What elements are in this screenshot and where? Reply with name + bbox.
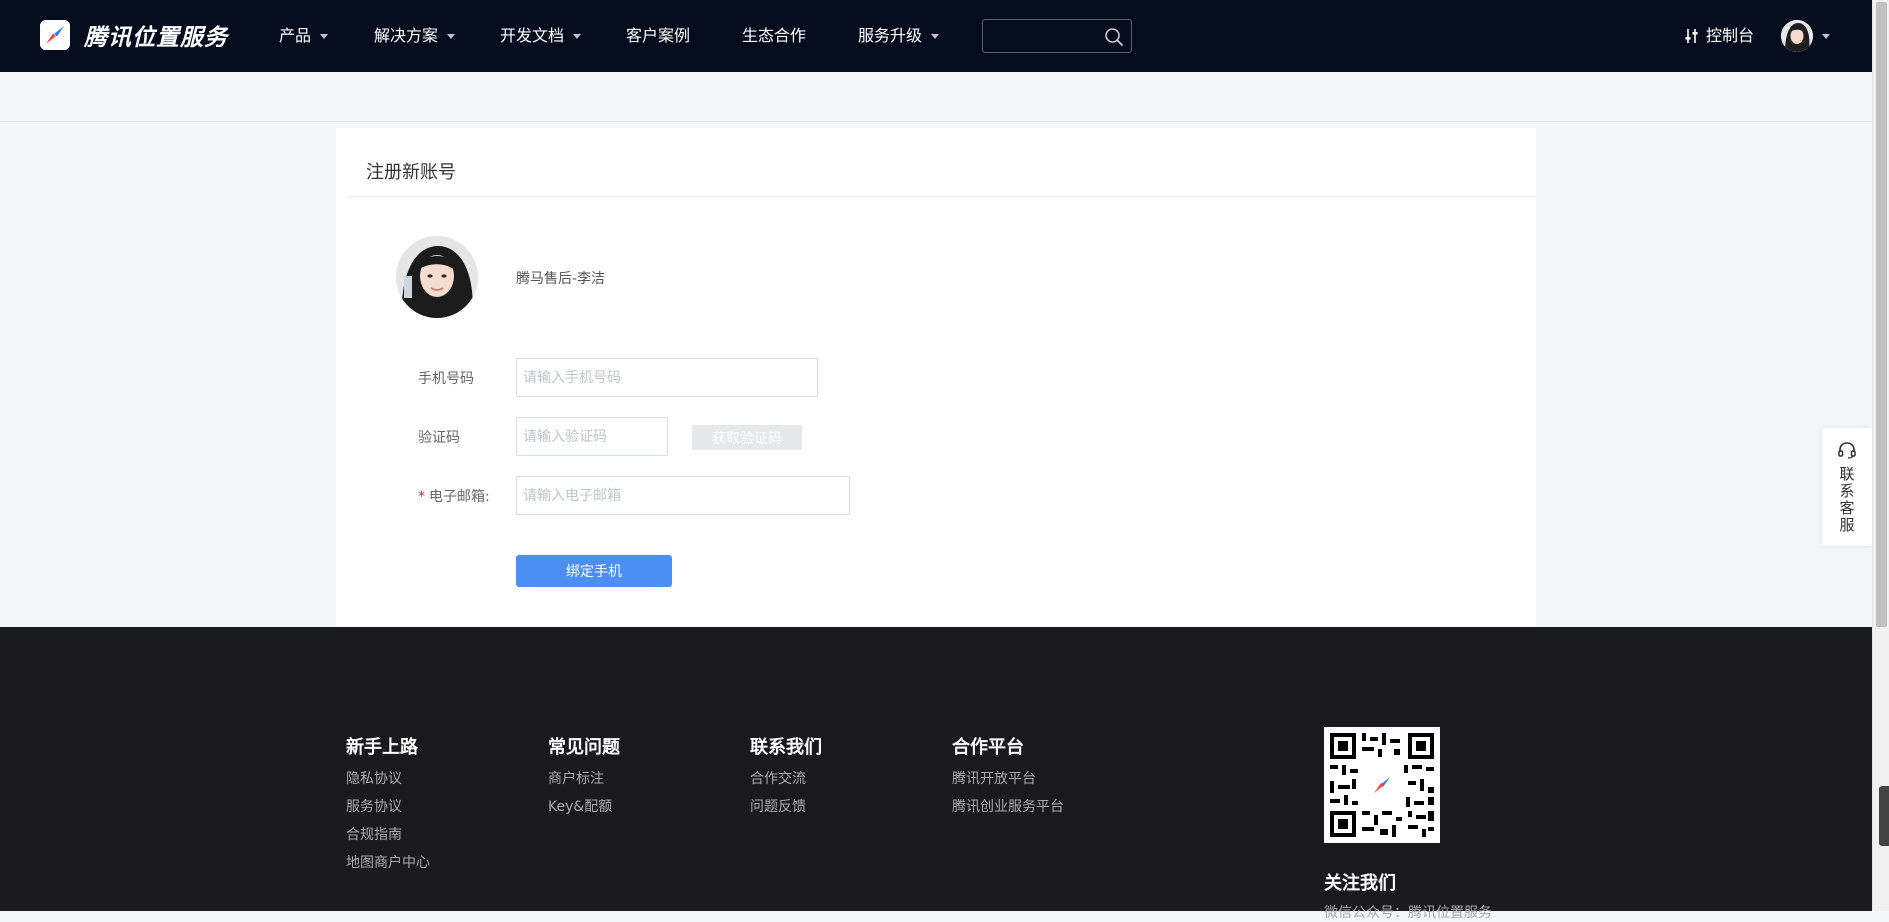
footer-heading: 新手上路 [346, 737, 418, 758]
divider [348, 196, 1536, 197]
footer-link[interactable]: 隐私协议 [346, 771, 430, 787]
top-navigation: 腾讯位置服务 产品 解决方案 开发文档 客户案例 生态合作 服务升级 控制台 [0, 0, 1872, 72]
wechat-account-text: 微信公众号：腾讯位置服务 [1324, 905, 1492, 921]
footer-link[interactable]: 地图商户中心 [346, 855, 430, 871]
page-scrollbar[interactable] [1872, 0, 1889, 911]
footer-heading: 联系我们 [750, 737, 822, 758]
nav-item-cases[interactable]: 客户案例 [626, 25, 690, 47]
chevron-down-icon [573, 34, 582, 39]
headset-icon [1838, 442, 1856, 459]
chevron-down-icon [447, 34, 456, 39]
sliders-icon [1685, 29, 1698, 43]
console-link[interactable]: 控制台 [1684, 25, 1754, 47]
required-mark: * [418, 489, 425, 505]
page-title: 注册新账号 [366, 162, 456, 183]
search-box [982, 19, 1132, 53]
user-avatar-icon[interactable] [1781, 20, 1813, 52]
sub-header-band [0, 72, 1872, 122]
email-label-text: 电子邮箱: [429, 489, 490, 505]
verification-code-input[interactable] [516, 417, 668, 456]
footer-link[interactable]: 合作交流 [750, 771, 822, 787]
chevron-down-icon [931, 34, 940, 39]
footer-link[interactable]: 腾讯开放平台 [952, 771, 1064, 787]
nav-item-products[interactable]: 产品 [279, 25, 329, 47]
footer-heading: 常见问题 [548, 737, 620, 758]
phone-label: 手机号码 [418, 371, 474, 387]
get-code-button[interactable]: 获取验证码 [692, 425, 802, 450]
search-input[interactable] [989, 24, 1099, 48]
nav-label: 服务升级 [858, 26, 923, 45]
footer-link[interactable]: 合规指南 [346, 827, 430, 843]
bind-phone-button[interactable]: 绑定手机 [516, 555, 672, 587]
edge-handle[interactable] [1879, 786, 1889, 846]
footer-column-getting-started: 新手上路 隐私协议 服务协议 合规指南 地图商户中心 [346, 733, 430, 883]
nav-label: 生态合作 [742, 26, 807, 45]
nav-item-service-upgrade[interactable]: 服务升级 [858, 25, 940, 47]
footer: 新手上路 隐私协议 服务协议 合规指南 地图商户中心 常见问题 商户标注 Key… [0, 627, 1872, 921]
follow-us-title: 关注我们 [1324, 873, 1396, 894]
nav-item-docs[interactable]: 开发文档 [500, 25, 582, 47]
wechat-qr-code-icon [1324, 727, 1440, 843]
nav-label: 产品 [279, 26, 312, 45]
user-name: 腾马售后-李洁 [516, 271, 606, 287]
footer-link[interactable]: 腾讯创业服务平台 [952, 799, 1064, 815]
footer-link[interactable]: 问题反馈 [750, 799, 822, 815]
email-input[interactable] [516, 476, 850, 515]
nav-item-ecosystem[interactable]: 生态合作 [742, 25, 806, 47]
user-avatar [396, 236, 478, 318]
scrollbar-thumb[interactable] [1876, 2, 1887, 627]
code-label: 验证码 [418, 430, 460, 446]
footer-link[interactable]: 商户标注 [548, 771, 620, 787]
footer-link[interactable]: 服务协议 [346, 799, 430, 815]
nav-label: 开发文档 [500, 26, 565, 45]
customer-service-label: 联系客服 [1839, 465, 1855, 534]
nav-label: 客户案例 [626, 26, 691, 45]
customer-service-widget[interactable]: 联系客服 [1822, 428, 1872, 546]
nav-item-solutions[interactable]: 解决方案 [374, 25, 456, 47]
email-label: * 电子邮箱: [418, 486, 490, 506]
footer-column-contact: 联系我们 合作交流 问题反馈 [750, 733, 822, 827]
footer-link[interactable]: Key&配额 [548, 799, 620, 815]
tencent-map-logo-icon[interactable] [40, 20, 70, 50]
chevron-down-icon [320, 34, 329, 39]
brand-name[interactable]: 腾讯位置服务 [84, 18, 228, 52]
register-card: 注册新账号 腾马售后-李洁 手机号码 验证码 获取验证码 *电子邮箱: 绑定手机 [336, 128, 1536, 627]
chevron-down-icon[interactable] [1822, 34, 1830, 39]
footer-column-partners: 合作平台 腾讯开放平台 腾讯创业服务平台 [952, 733, 1064, 827]
footer-column-faq: 常见问题 商户标注 Key&配额 [548, 733, 620, 827]
search-icon[interactable] [1103, 26, 1125, 48]
phone-input[interactable] [516, 358, 818, 397]
nav-label: 解决方案 [374, 26, 439, 45]
footer-heading: 合作平台 [952, 737, 1024, 758]
console-label: 控制台 [1706, 26, 1755, 45]
